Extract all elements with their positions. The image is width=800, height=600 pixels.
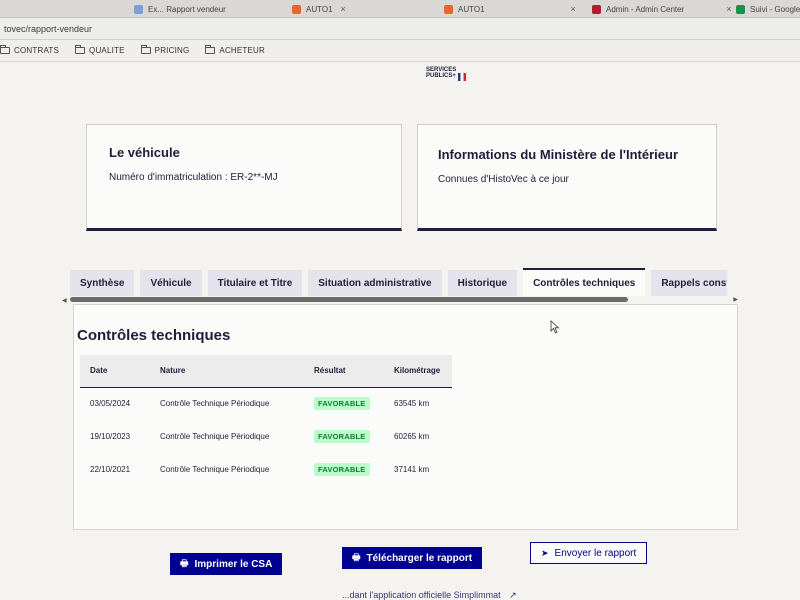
- url-text: tovec/rapport-vendeur: [4, 23, 93, 34]
- send-icon: ➤: [541, 547, 549, 558]
- cell-result: FAVORABLE: [304, 420, 384, 453]
- status-badge: FAVORABLE: [314, 430, 370, 443]
- tabs-scrollbar[interactable]: ◀ ▶: [62, 296, 738, 304]
- folder-icon: [0, 45, 10, 54]
- column-header-date: Date: [80, 355, 150, 388]
- browser-tab-label: Ex... Rapport vendeur: [148, 4, 226, 14]
- controles-table: Date Nature Résultat Kilométrage 03/05/2…: [80, 355, 452, 486]
- cell-km: 37141 km: [394, 465, 430, 474]
- admin-favicon: [592, 4, 601, 14]
- bookmark-acheteur[interactable]: ACHETEUR: [205, 45, 266, 55]
- table-row: 03/05/2024 Contrôle Technique Périodique…: [80, 387, 452, 420]
- browser-tab-label: Suivi - Google S: [750, 4, 800, 14]
- scroll-left-icon[interactable]: ◀: [62, 297, 67, 304]
- button-label: Télécharger le rapport: [366, 552, 473, 564]
- cell-nature: Contrôle Technique Périodique: [160, 465, 270, 474]
- external-link-icon: ↗: [509, 590, 517, 600]
- send-report-button[interactable]: ➤ Envoyer le rapport: [530, 542, 648, 564]
- cell-km: 63545 km: [394, 399, 430, 409]
- browser-tab[interactable]: AUTO1 ×: [286, 0, 352, 18]
- scrollbar-thumb[interactable]: [70, 297, 628, 302]
- flag-icon: [457, 73, 466, 81]
- bookmark-qualite[interactable]: QUALITE: [75, 45, 125, 55]
- bookmark-contrats[interactable]: CONTRATS: [0, 45, 60, 55]
- status-badge: FAVORABLE: [314, 397, 370, 411]
- column-header-km: Kilométrage: [384, 355, 452, 388]
- auto1-favicon: [292, 4, 301, 14]
- browser-tab[interactable]: Suivi - Google S: [730, 0, 800, 18]
- tab-rappels-constructeur[interactable]: Rappels constru: [651, 270, 728, 296]
- browser-tab[interactable]: AUTO1 ×: [438, 0, 582, 18]
- printer-icon: 🖶: [180, 558, 189, 568]
- tab-situation-administrative[interactable]: Situation administrative: [308, 270, 442, 296]
- browser-tab-label: AUTO1: [458, 4, 485, 14]
- close-icon[interactable]: ×: [571, 4, 576, 14]
- services-publics-logo: SERVICES PUBLICS+: [426, 67, 466, 81]
- folder-icon: [75, 45, 86, 54]
- table-header-row: Date Nature Résultat Kilométrage: [80, 355, 452, 388]
- status-badge: FAVORABLE: [314, 463, 370, 476]
- footnote-text: ...dant l'application officielle Simplim…: [342, 590, 501, 600]
- browser-tab[interactable]: Ex... Rapport vendeur: [128, 0, 232, 18]
- print-csa-button[interactable]: 🖶 Imprimer le CSA: [170, 553, 283, 575]
- simplimmat-link[interactable]: ...dant l'application officielle Simplim…: [342, 590, 517, 600]
- tab-favicon: [134, 4, 143, 14]
- report-tabs: Synthèse Véhicule Titulaire et Titre Sit…: [70, 268, 728, 296]
- ministry-card-title: Informations du Ministère de l'Intérieur: [438, 147, 679, 162]
- vehicle-card-title: Le véhicule: [109, 145, 180, 160]
- button-label: Imprimer le CSA: [194, 558, 273, 570]
- logo-line: PUBLICS+: [426, 73, 456, 79]
- cell-result: FAVORABLE: [304, 387, 384, 420]
- panel-title: Contrôles techniques: [77, 327, 231, 344]
- browser-tab-label: Admin - Admin Center: [606, 4, 685, 14]
- button-label: Envoyer le rapport: [554, 547, 637, 559]
- bookmark-label: PRICING: [154, 46, 190, 55]
- bookmarks-bar: CONTRATS QUALITE PRICING ACHETEUR: [0, 40, 800, 62]
- cell-date: 03/05/2024: [90, 399, 131, 409]
- cell-km: 60265 km: [394, 432, 430, 441]
- page-content: SERVICES PUBLICS+ Le véhicule Numéro d'i…: [0, 62, 800, 600]
- close-icon[interactable]: ×: [341, 4, 346, 14]
- folder-icon: [140, 45, 151, 54]
- printer-icon: 🖶: [352, 552, 361, 562]
- browser-tab[interactable]: Admin - Admin Center ×: [586, 0, 738, 18]
- sheets-favicon: [736, 4, 745, 14]
- download-report-button[interactable]: 🖶 Télécharger le rapport: [342, 547, 483, 569]
- plate-number: Numéro d'immatriculation : ER-2**-MJ: [109, 172, 278, 183]
- bookmark-label: QUALITE: [89, 46, 125, 55]
- address-bar[interactable]: tovec/rapport-vendeur: [0, 18, 800, 40]
- table-row: 22/10/2021 Contrôle Technique Périodique…: [80, 453, 452, 486]
- column-header-nature: Nature: [150, 355, 304, 388]
- scroll-right-icon[interactable]: ▶: [733, 296, 738, 303]
- mouse-cursor-icon: [550, 320, 560, 334]
- cell-date: 19/10/2023: [90, 432, 131, 441]
- cell-nature: Contrôle Technique Périodique: [160, 399, 270, 409]
- ministry-card-subtitle: Connues d'HistoVec à ce jour: [438, 174, 569, 185]
- auto1-favicon: [444, 4, 453, 14]
- bookmark-label: CONTRATS: [14, 46, 60, 55]
- browser-tabstrip: Ex... Rapport vendeur AUTO1 × AUTO1 × Ad…: [0, 0, 800, 18]
- table-row: 19/10/2023 Contrôle Technique Périodique…: [80, 420, 452, 453]
- controles-panel: Contrôles techniques Date Nature Résulta…: [73, 304, 738, 530]
- browser-tab-label: AUTO1: [306, 4, 333, 14]
- bookmark-pricing[interactable]: PRICING: [140, 45, 190, 55]
- column-header-result: Résultat: [304, 355, 384, 388]
- cell-result: FAVORABLE: [304, 453, 384, 486]
- tab-controles-techniques[interactable]: Contrôles techniques: [523, 268, 646, 296]
- bookmark-label: ACHETEUR: [219, 46, 266, 55]
- ministry-card: Informations du Ministère de l'Intérieur…: [417, 124, 717, 231]
- tab-titulaire[interactable]: Titulaire et Titre: [207, 270, 303, 296]
- cell-nature: Contrôle Technique Périodique: [160, 432, 270, 441]
- folder-icon: [205, 45, 216, 54]
- tab-synthese[interactable]: Synthèse: [70, 270, 135, 296]
- vehicle-card: Le véhicule Numéro d'immatriculation : E…: [86, 124, 402, 231]
- tab-historique[interactable]: Historique: [447, 270, 518, 296]
- cell-date: 22/10/2021: [90, 465, 131, 474]
- tab-vehicule[interactable]: Véhicule: [140, 270, 202, 296]
